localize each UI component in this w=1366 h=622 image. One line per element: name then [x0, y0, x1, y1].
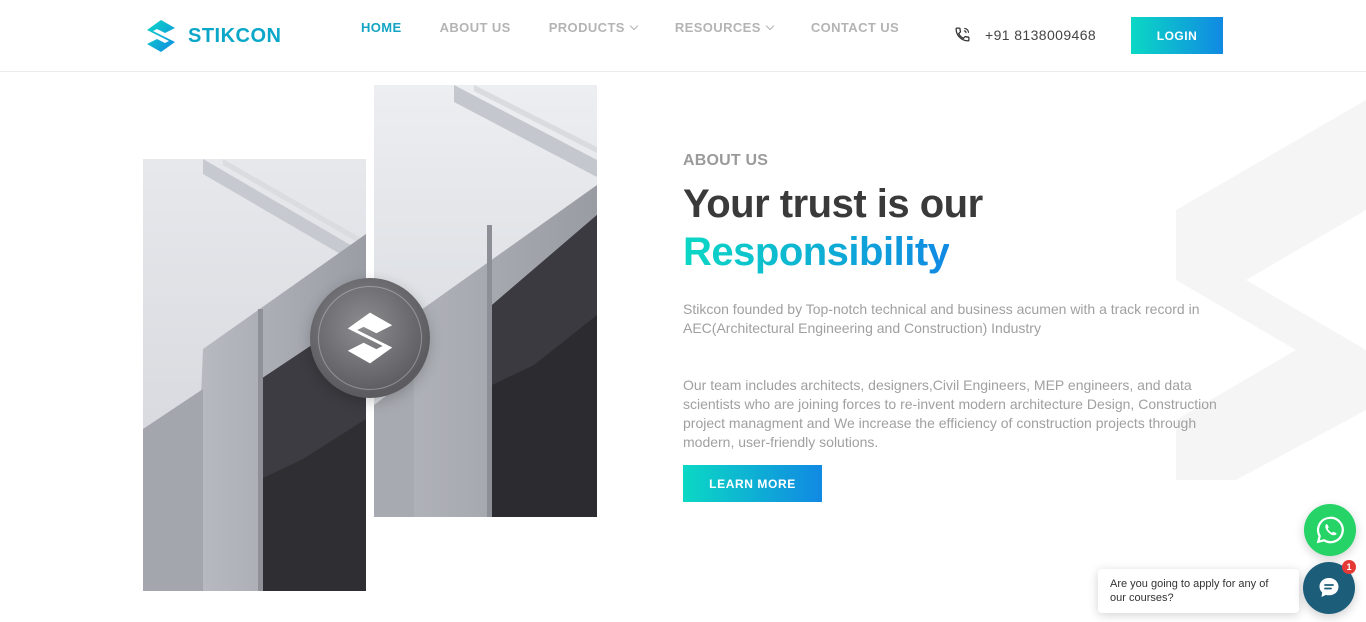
site-header: STIKCON HOME ABOUT US PRODUCTS RESOURCES…	[0, 0, 1366, 72]
main-nav: HOME ABOUT US PRODUCTS RESOURCES CONTACT…	[361, 20, 937, 35]
chat-prompt-bubble[interactable]: Are you going to apply for any of our co…	[1098, 569, 1299, 613]
section-headline: Your trust is our	[683, 182, 983, 226]
nav-item-products[interactable]: PRODUCTS	[548, 20, 639, 35]
logo[interactable]: STIKCON	[143, 18, 282, 54]
section-headline-accent: Responsibility	[683, 230, 950, 274]
nav-item-home[interactable]: HOME	[361, 20, 402, 35]
chat-prompt-text: Are you going to apply for any of our co…	[1110, 578, 1269, 604]
nav-item-label: RESOURCES	[674, 20, 761, 35]
logo-text: STIKCON	[188, 24, 282, 47]
section-eyebrow: ABOUT US	[683, 152, 769, 169]
login-button[interactable]: LOGIN	[1131, 17, 1223, 54]
phone-number: +91 8138009468	[985, 26, 1097, 43]
nav-item-label: HOME	[361, 20, 402, 35]
phone-icon	[955, 27, 970, 42]
nav-item-label: CONTACT US	[810, 20, 900, 35]
nav-item-resources[interactable]: RESOURCES	[674, 20, 775, 35]
nav-item-about-us[interactable]: ABOUT US	[440, 20, 511, 35]
nav-item-label: ABOUT US	[439, 20, 511, 35]
page: STIKCON HOME ABOUT US PRODUCTS RESOURCES…	[0, 0, 1366, 622]
about-paragraph-2: Our team includes architects, designers,…	[683, 377, 1217, 450]
logo-badge	[310, 278, 430, 398]
stikcon-mark-icon	[347, 312, 393, 364]
chevron-down-icon	[765, 21, 775, 30]
stikcon-logo-icon	[147, 20, 175, 52]
nav-item-label: PRODUCTS	[548, 20, 625, 35]
phone-contact[interactable]: +91 8138009468	[954, 26, 1096, 43]
chat-notification-badge: 1	[1342, 560, 1356, 574]
chevron-down-icon	[629, 21, 639, 30]
chat-icon	[1319, 578, 1339, 597]
learn-more-button[interactable]: LEARN MORE	[683, 465, 822, 502]
whatsapp-icon	[1316, 516, 1344, 544]
nav-item-contact-us[interactable]: CONTACT US	[811, 20, 899, 35]
about-paragraph-1: Stikcon founded by Top-notch technical a…	[683, 301, 1200, 336]
whatsapp-button[interactable]	[1304, 504, 1356, 556]
